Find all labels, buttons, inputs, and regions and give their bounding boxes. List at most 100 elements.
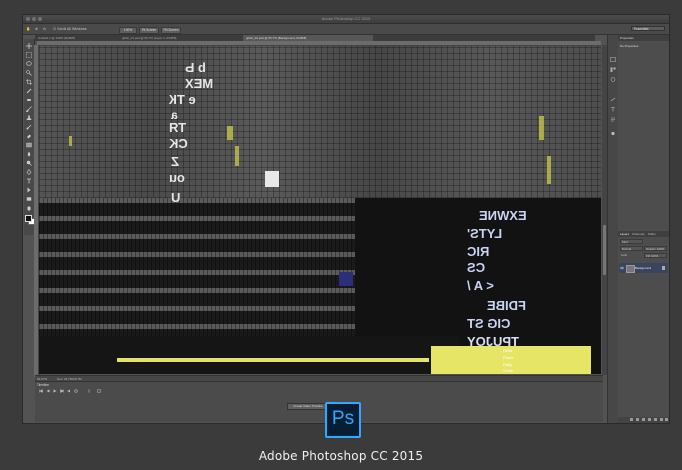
- timeline-panel: Timeline Create Video Timeline: [35, 381, 603, 422]
- window-title: Adobe Photoshop CC 2015: [321, 16, 371, 21]
- canvas-text: FDIBE: [487, 298, 526, 313]
- new-group-icon[interactable]: [654, 418, 657, 421]
- canvas-dark-bottom: [39, 336, 459, 374]
- fit-screen-button[interactable]: Fit Screen: [139, 27, 159, 34]
- render-video-icon[interactable]: [97, 389, 101, 393]
- create-video-timeline-button[interactable]: Create Video Timeline: [287, 403, 329, 410]
- tab-channels[interactable]: Channels: [632, 232, 645, 236]
- paragraph-panel-icon[interactable]: [610, 117, 616, 122]
- zoom-out-option-icon[interactable]: ⊖: [43, 27, 46, 31]
- canvas-text: Smile: [503, 368, 514, 373]
- hand-tool-icon[interactable]: [26, 205, 32, 211]
- settings-gear-icon[interactable]: [74, 389, 78, 393]
- photoshop-logo: Ps: [325, 402, 361, 438]
- layer-filter-kind-select[interactable]: Kind: [620, 239, 643, 244]
- scroll-all-windows-checkbox[interactable]: ☑ Scroll All Windows: [53, 27, 87, 31]
- document-canvas[interactable]: b Ь MEX e ТК a ТЯ CK Z ou U EXWNE LYTS' …: [39, 46, 601, 374]
- caption-text: Adobe Photoshop CC 2015: [258, 449, 424, 463]
- zoom-in-option-icon[interactable]: ⊕: [35, 27, 38, 31]
- new-layer-icon[interactable]: [660, 418, 663, 421]
- brush-tool-icon[interactable]: [26, 106, 32, 112]
- right-panels: Properties No Properties Layers Channels…: [618, 35, 669, 423]
- rectangle-tool-icon[interactable]: [26, 196, 32, 202]
- add-mask-icon[interactable]: [642, 418, 645, 421]
- opacity-field[interactable]: Opacity: 100%: [644, 246, 667, 251]
- canvas-text: CIG ST: [467, 316, 511, 331]
- pen-tool-icon[interactable]: [26, 169, 32, 175]
- fill-screen-button[interactable]: Fill Screen: [161, 27, 181, 34]
- color-panel-icon[interactable]: [610, 77, 616, 82]
- canvas-text: CK: [169, 136, 188, 151]
- canvas-text: EXWNE: [479, 208, 527, 223]
- move-tool-icon[interactable]: [26, 43, 32, 49]
- canvas-text: Rella: [503, 348, 513, 353]
- gradient-tool-icon[interactable]: [26, 142, 32, 148]
- photoshop-window: Adobe Photoshop CC 2015 ✋ ⊕ ⊖ ☑ Scroll A…: [22, 14, 670, 424]
- history-brush-tool-icon[interactable]: [26, 124, 32, 130]
- trash-icon[interactable]: [665, 418, 668, 421]
- blend-mode-select[interactable]: Normal: [620, 246, 643, 251]
- brush-presets-panel-icon[interactable]: [610, 131, 616, 136]
- adjustments-panel-icon[interactable]: [610, 97, 616, 102]
- marquee-tool-icon[interactable]: [26, 52, 32, 58]
- layer-thumbnail: [626, 265, 635, 273]
- type-tool-icon[interactable]: [26, 178, 32, 184]
- eraser-tool-icon[interactable]: [26, 133, 32, 139]
- layer-style-icon[interactable]: [636, 418, 639, 421]
- previous-frame-icon[interactable]: [46, 389, 50, 393]
- scrollbar-thumb[interactable]: [603, 225, 606, 275]
- fill-field[interactable]: Fill: 100%: [644, 253, 667, 258]
- yellow-glitch-mark: [547, 156, 551, 184]
- tab-layers[interactable]: Layers: [620, 232, 629, 236]
- canvas-text: Z: [171, 154, 179, 169]
- layers-panel-tabs: Layers Channels Paths: [618, 231, 669, 237]
- layer-name[interactable]: Background: [635, 266, 651, 270]
- tab-paths[interactable]: Paths: [648, 232, 656, 236]
- properties-empty-label: No Properties: [620, 44, 639, 48]
- canvas-text: e ТК: [169, 92, 196, 107]
- layers-panel-footer: [618, 417, 669, 423]
- yellow-glitch-block: Rella Pame Rally Smile: [431, 346, 591, 374]
- adjustment-layer-icon[interactable]: [648, 418, 651, 421]
- play-icon[interactable]: [53, 389, 57, 393]
- canvas-text: MEX: [185, 76, 214, 91]
- canvas-text: RIC: [467, 244, 490, 259]
- canvas-text: CS: [467, 260, 486, 275]
- workspace-select[interactable]: Essentials: [631, 26, 665, 31]
- next-frame-icon[interactable]: [60, 389, 64, 393]
- scroll-all-windows-label: Scroll All Windows: [57, 27, 87, 31]
- quick-selection-tool-icon[interactable]: [26, 70, 32, 76]
- logo-text: Ps: [331, 408, 355, 429]
- options-bar: ✋ ⊕ ⊖ ☑ Scroll All Windows 100% Fit Scre…: [23, 24, 669, 35]
- blue-glitch-block: [339, 272, 353, 286]
- canvas-text: ou: [169, 170, 185, 185]
- eyedropper-tool-icon[interactable]: [26, 88, 32, 94]
- crop-tool-icon[interactable]: [26, 79, 32, 85]
- character-panel-icon[interactable]: [610, 107, 616, 112]
- clone-stamp-tool-icon[interactable]: [26, 115, 32, 121]
- blur-tool-icon[interactable]: [26, 151, 32, 157]
- foreground-color-swatch[interactable]: [25, 215, 32, 222]
- split-icon[interactable]: [87, 389, 91, 393]
- properties-panel-title[interactable]: Properties: [618, 35, 669, 41]
- lasso-tool-icon[interactable]: [26, 61, 32, 67]
- canvas-text: < A /: [467, 278, 494, 293]
- hand-tool-option-icon[interactable]: ✋: [26, 27, 30, 31]
- layer-row[interactable]: Background: [619, 263, 668, 273]
- lock-icon: [662, 266, 665, 270]
- healing-brush-tool-icon[interactable]: [26, 97, 32, 103]
- audio-icon[interactable]: [67, 389, 71, 393]
- path-selection-tool-icon[interactable]: [26, 187, 32, 193]
- canvas-text: Rally: [503, 362, 512, 367]
- link-layers-icon[interactable]: [630, 418, 633, 421]
- yellow-glitch-mark: [235, 146, 239, 166]
- go-to-first-frame-icon[interactable]: [39, 389, 43, 393]
- history-panel-icon[interactable]: [610, 57, 616, 62]
- title-bar: Adobe Photoshop CC 2015: [23, 15, 669, 24]
- dodge-tool-icon[interactable]: [26, 160, 32, 166]
- zoom-100-button[interactable]: 100%: [119, 27, 137, 34]
- visibility-eye-icon[interactable]: [620, 266, 624, 270]
- timeline-tab[interactable]: Timeline: [37, 383, 49, 387]
- swatches-panel-icon[interactable]: [610, 67, 616, 72]
- lock-label: Lock:: [621, 253, 628, 257]
